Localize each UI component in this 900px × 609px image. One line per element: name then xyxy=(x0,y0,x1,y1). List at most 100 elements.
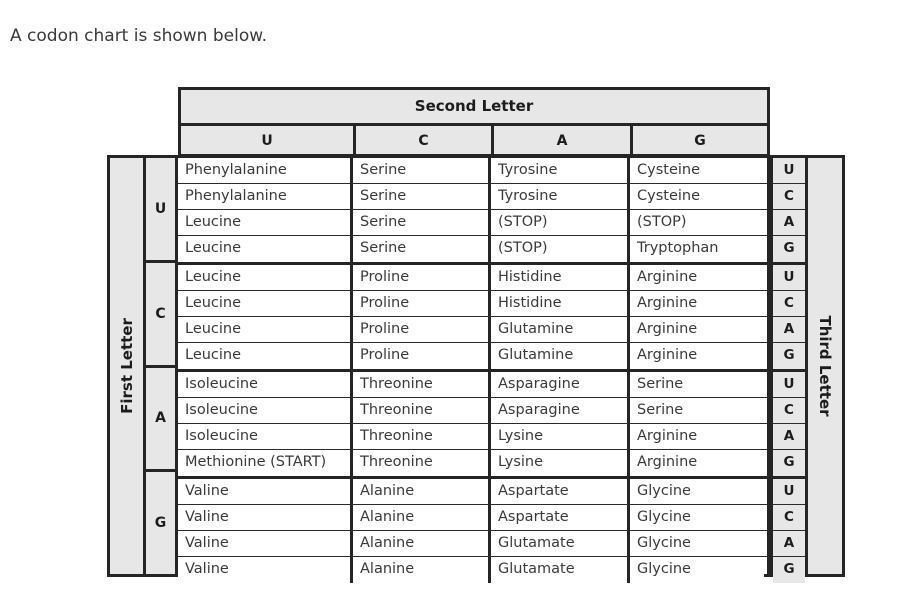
table-row: Phenylalanine Serine Tyrosine Cysteine xyxy=(178,184,767,210)
table-cell: Histidine xyxy=(491,265,630,290)
table-cell: Threonine xyxy=(353,372,491,397)
table-cell: Serine xyxy=(353,184,491,209)
table-cell: Leucine xyxy=(178,210,353,235)
row-group-u: Phenylalanine Serine Tyrosine Cysteine P… xyxy=(178,158,767,265)
table-cell: Serine xyxy=(630,398,764,423)
second-letter-title: Second Letter xyxy=(414,97,534,115)
table-cell: Aspartate xyxy=(491,505,630,530)
first-letter-group-column: U C A G xyxy=(143,155,178,577)
first-letter-group-c: C xyxy=(146,263,175,368)
table-cell: Alanine xyxy=(353,531,491,556)
table-cell: Tyrosine xyxy=(491,158,630,183)
table-cell: Glycine xyxy=(630,531,764,556)
table-cell: Alanine xyxy=(353,505,491,530)
table-cell: Arginine xyxy=(630,291,764,316)
row-group-c: Leucine Proline Histidine Arginine Leuci… xyxy=(178,265,767,372)
table-row: Leucine Proline Glutamine Arginine xyxy=(178,317,767,343)
table-cell: Serine xyxy=(353,158,491,183)
table-cell: Threonine xyxy=(353,450,491,476)
table-cell: (STOP) xyxy=(630,210,764,235)
table-row: Isoleucine Threonine Asparagine Serine xyxy=(178,372,767,398)
table-cell: Aspartate xyxy=(491,479,630,504)
table-cell: Glutamine xyxy=(491,343,630,369)
first-letter-axis-label-text: First Letter xyxy=(117,318,136,414)
third-letter-cell: G xyxy=(773,557,805,583)
table-cell: Valine xyxy=(178,479,353,504)
table-cell: Isoleucine xyxy=(178,398,353,423)
table-cell: Alanine xyxy=(353,479,491,504)
table-cell: Proline xyxy=(353,343,491,369)
table-cell: Leucine xyxy=(178,236,353,262)
third-letter-value-column: U C A G U C A G U C A G U C A G xyxy=(770,155,805,583)
first-letter-axis-label: First Letter xyxy=(107,155,143,577)
table-cell: Proline xyxy=(353,265,491,290)
third-letter-axis-label-text: Third Letter xyxy=(816,315,834,417)
table-cell: Glutamine xyxy=(491,317,630,342)
first-letter-group-u: U xyxy=(146,158,175,263)
table-cell: Threonine xyxy=(353,424,491,449)
table-cell: Cysteine xyxy=(630,184,764,209)
table-cell: Threonine xyxy=(353,398,491,423)
table-cell: Serine xyxy=(353,210,491,235)
third-letter-group-a: U C A G xyxy=(773,372,805,479)
table-cell: Lysine xyxy=(491,450,630,476)
table-row: Isoleucine Threonine Lysine Arginine xyxy=(178,424,767,450)
third-letter-cell: A xyxy=(773,424,805,450)
second-letter-header-c: C xyxy=(356,126,494,157)
table-cell: Valine xyxy=(178,505,353,530)
table-cell: Phenylalanine xyxy=(178,184,353,209)
third-letter-cell: A xyxy=(773,531,805,557)
third-letter-axis-label: Third Letter xyxy=(805,155,845,577)
first-letter-group-g: G xyxy=(154,515,167,532)
table-cell: Glutamate xyxy=(491,557,630,583)
table-cell: Leucine xyxy=(178,291,353,316)
third-letter-cell: G xyxy=(773,450,805,476)
table-cell: Arginine xyxy=(630,317,764,342)
second-letter-header-u: U xyxy=(181,126,356,157)
table-cell: Cysteine xyxy=(630,158,764,183)
third-letter-cell: C xyxy=(773,398,805,424)
table-cell: Glycine xyxy=(630,479,764,504)
third-letter-group-u: U C A G xyxy=(773,158,805,265)
third-letter-cell: G xyxy=(773,236,805,262)
table-cell: Proline xyxy=(353,291,491,316)
table-row: Isoleucine Threonine Asparagine Serine xyxy=(178,398,767,424)
table-cell: Arginine xyxy=(630,450,764,476)
table-cell: Isoleucine xyxy=(178,424,353,449)
table-cell: Arginine xyxy=(630,343,764,369)
third-letter-cell: U xyxy=(773,265,805,291)
table-row: Leucine Serine (STOP) (STOP) xyxy=(178,210,767,236)
table-cell: Tyrosine xyxy=(491,184,630,209)
row-group-g: Valine Alanine Aspartate Glycine Valine … xyxy=(178,479,767,583)
third-letter-cell: A xyxy=(773,317,805,343)
third-letter-group-c: U C A G xyxy=(773,265,805,372)
row-group-a: Isoleucine Threonine Asparagine Serine I… xyxy=(178,372,767,479)
table-row: Leucine Proline Glutamine Arginine xyxy=(178,343,767,369)
second-letter-header-a: A xyxy=(494,126,633,157)
table-cell: Glycine xyxy=(630,557,764,583)
table-cell: (STOP) xyxy=(491,236,630,262)
third-letter-cell: C xyxy=(773,505,805,531)
second-letter-column-headers: U C A G xyxy=(181,123,767,157)
third-letter-cell: A xyxy=(773,210,805,236)
table-cell: Valine xyxy=(178,557,353,583)
table-cell: Serine xyxy=(630,372,764,397)
table-cell: Valine xyxy=(178,531,353,556)
third-letter-cell: U xyxy=(773,372,805,398)
table-cell: (STOP) xyxy=(491,210,630,235)
table-row: Phenylalanine Serine Tyrosine Cysteine xyxy=(178,158,767,184)
third-letter-cell: U xyxy=(773,158,805,184)
table-cell: Arginine xyxy=(630,265,764,290)
third-letter-group-g: U C A G xyxy=(773,479,805,583)
table-cell: Leucine xyxy=(178,317,353,342)
second-letter-header-block: Second Letter U C A G xyxy=(178,87,770,157)
table-cell: Arginine xyxy=(630,424,764,449)
table-cell: Glutamate xyxy=(491,531,630,556)
table-cell: Asparagine xyxy=(491,398,630,423)
table-cell: Leucine xyxy=(178,343,353,369)
table-cell: Methionine (START) xyxy=(178,450,353,476)
third-letter-cell: G xyxy=(773,343,805,369)
table-row: Valine Alanine Glutamate Glycine xyxy=(178,531,767,557)
table-cell: Asparagine xyxy=(491,372,630,397)
table-cell: Tryptophan xyxy=(630,236,764,262)
